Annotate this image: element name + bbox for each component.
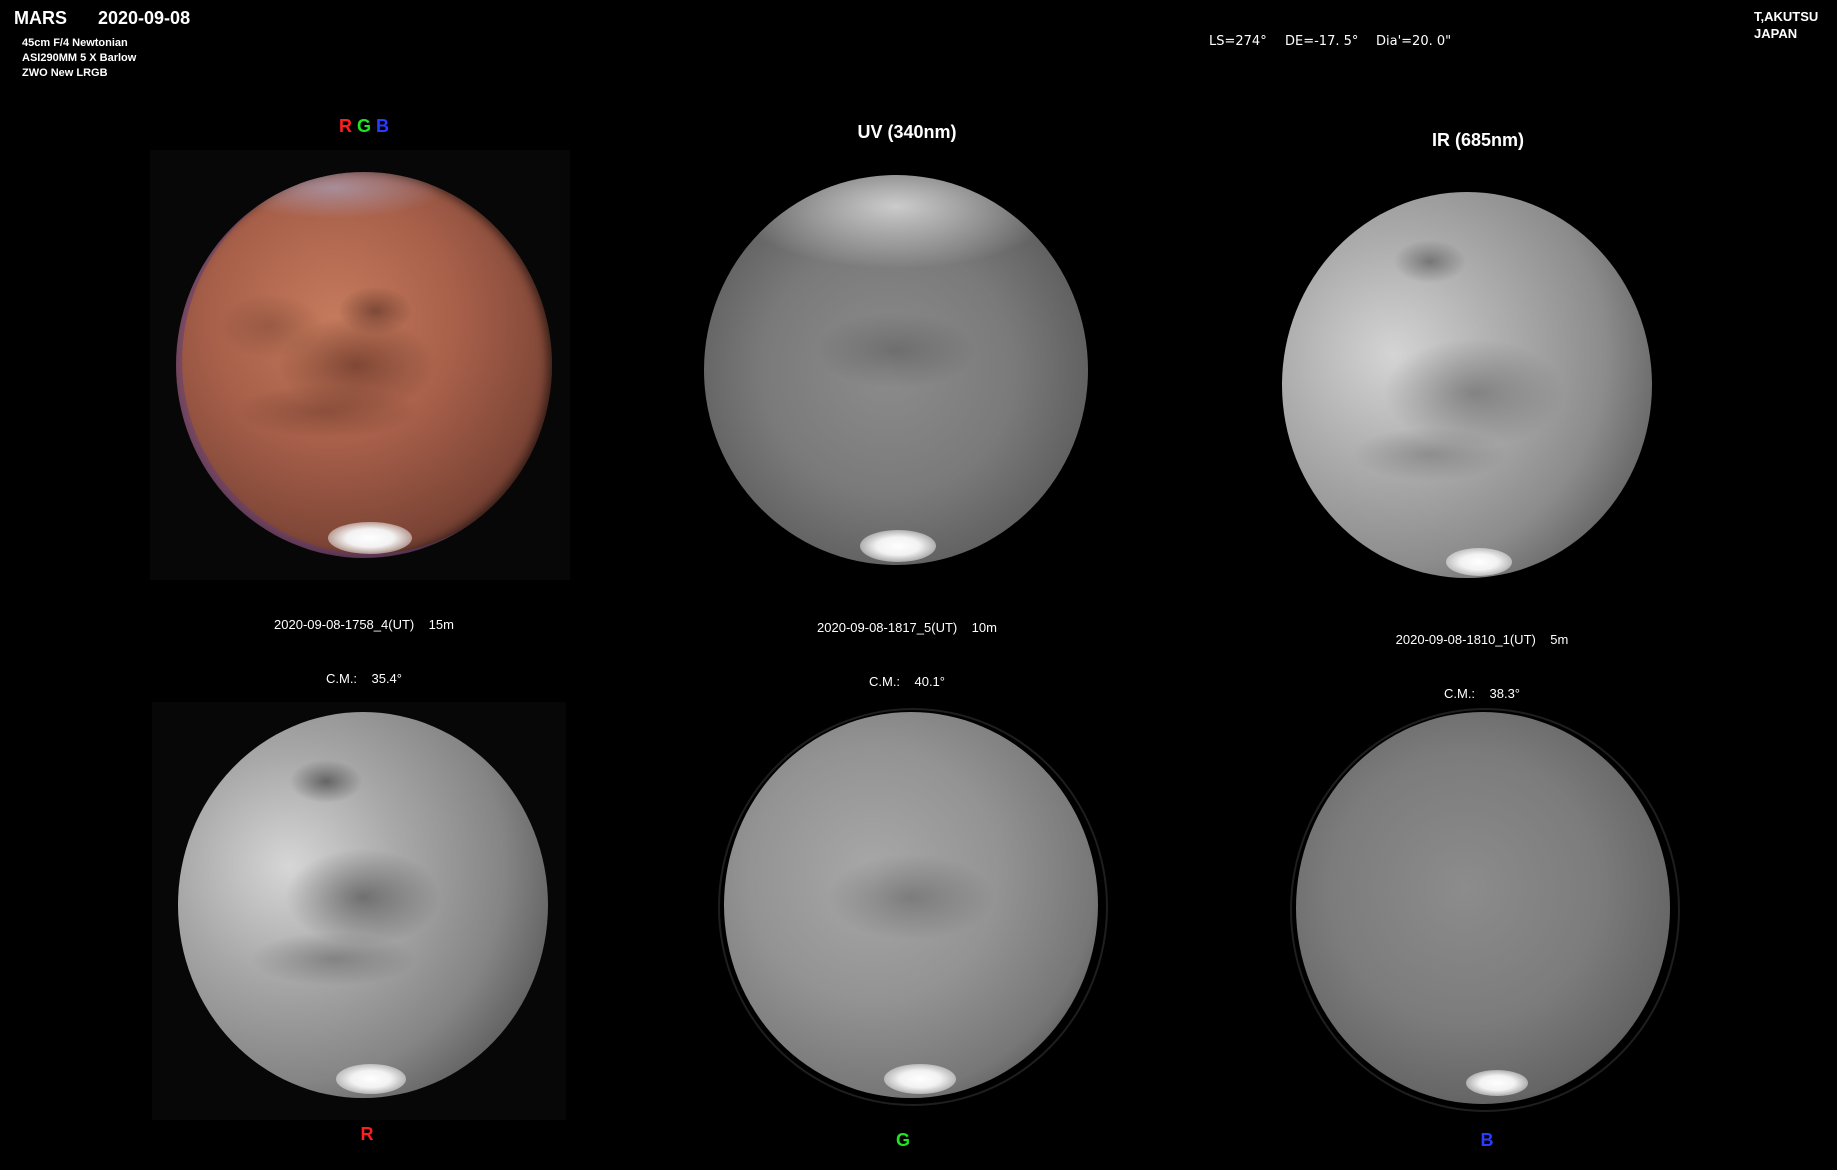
rgb-label-r: R — [338, 116, 352, 136]
author-name: T,AKUTSU — [1754, 9, 1819, 24]
b-filter-label: B — [1480, 1130, 1494, 1150]
b-south-polar-cap — [1466, 1070, 1528, 1096]
rgb-label: R G B — [339, 116, 389, 137]
mars-ir-image — [1282, 192, 1652, 578]
ir-caption: 2020-09-08-1810_1(UT) 5m C.M.: 38.3° — [1396, 595, 1569, 721]
author-country: JAPAN — [1754, 26, 1798, 41]
image-title: MARS — [14, 8, 67, 28]
uv-caption-cm: C.M.: 40.1° — [868, 674, 945, 689]
author-credit: T,AKUTSU JAPAN — [1754, 8, 1818, 42]
uv-south-polar-cap — [860, 530, 936, 562]
equipment-telescope: 45cm F/4 Newtonian — [22, 37, 128, 49]
equipment-filters: ZWO New LRGB — [22, 67, 108, 79]
observation-date: 2020-09-08 — [98, 8, 191, 28]
g-south-polar-cap — [884, 1064, 956, 1094]
rgb-south-polar-cap — [328, 522, 412, 554]
rgb-label-g: G — [356, 116, 372, 136]
rgb-north-haze — [176, 172, 552, 558]
ir-label: IR (685nm) — [1431, 130, 1525, 150]
rgb-label-b: B — [376, 116, 390, 136]
mars-g-filter-image — [724, 712, 1098, 1098]
rgb-caption: 2020-09-08-1758_4(UT) 15m C.M.: 35.4° — [274, 580, 454, 706]
equipment-camera: ASI290MM 5 X Barlow — [22, 52, 137, 64]
r-filter-label: R — [360, 1124, 374, 1144]
mars-b-filter-image — [1296, 712, 1670, 1104]
mars-r-filter-image — [178, 712, 548, 1098]
r-south-polar-cap — [336, 1064, 406, 1094]
diameter-value: Dia'=20. 0" — [1376, 34, 1452, 49]
ls-value: LS=274° — [1209, 34, 1267, 49]
uv-caption-time: 2020-09-08-1817_5(UT) 10m — [817, 620, 997, 635]
ir-caption-cm: C.M.: 38.3° — [1443, 686, 1521, 701]
uv-label: UV (340nm) — [857, 122, 957, 142]
uv-caption: 2020-09-08-1817_5(UT) 10m C.M.: 40.1° — [817, 583, 997, 709]
rgb-caption-time: 2020-09-08-1758_4(UT) 15m — [274, 617, 454, 632]
g-filter-label: G — [895, 1130, 911, 1150]
ir-south-polar-cap — [1446, 548, 1512, 576]
uv-north-cloud — [704, 175, 1088, 565]
de-value: DE=-17. 5° — [1285, 34, 1359, 49]
ir-caption-time: 2020-09-08-1810_1(UT) 5m — [1395, 632, 1569, 647]
rgb-caption-cm: C.M.: 35.4° — [325, 671, 402, 686]
